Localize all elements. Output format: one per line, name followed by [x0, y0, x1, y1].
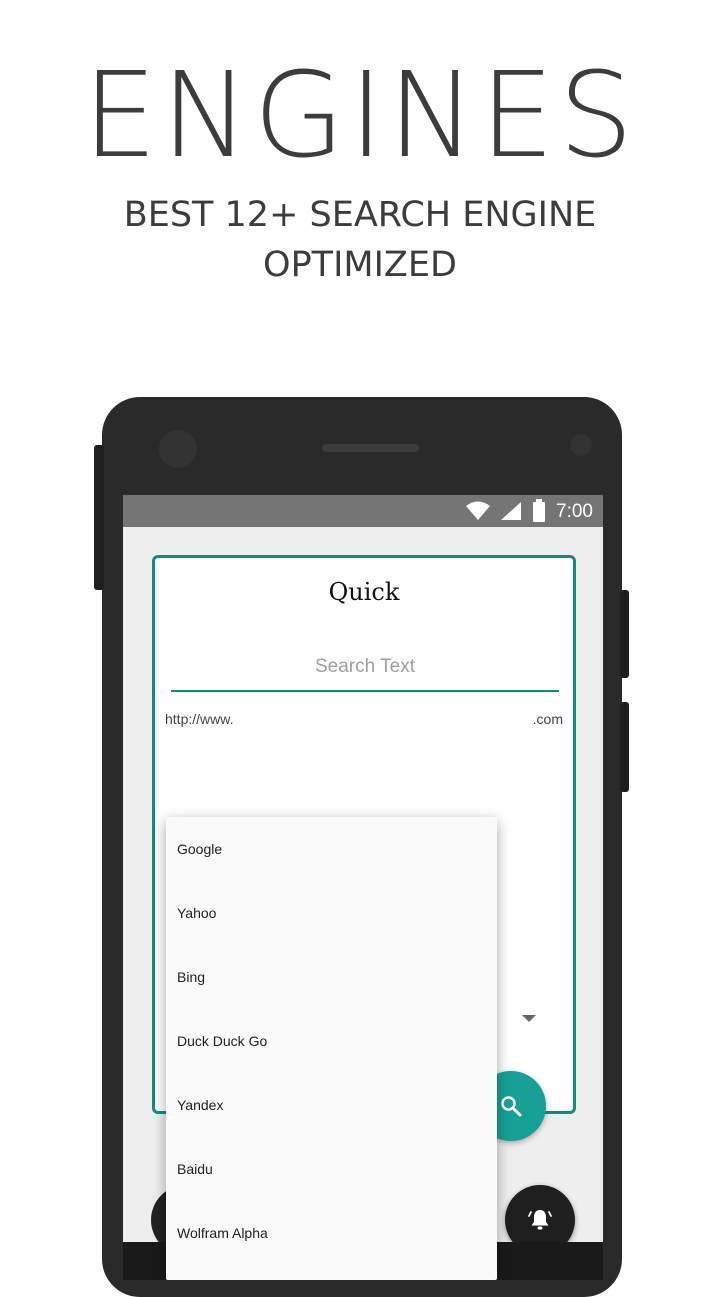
menu-item-duck-duck-go[interactable]: Duck Duck Go: [166, 1009, 497, 1073]
promo-subline-1: BEST 12+ SEARCH ENGINE: [123, 195, 597, 235]
app-screen: 7:00 Quick http://www. .com Google Yahoo…: [123, 495, 603, 1280]
phone-sensor: [570, 434, 592, 456]
menu-item-yahoo[interactable]: Yahoo: [166, 881, 497, 945]
search-input[interactable]: [171, 644, 559, 692]
menu-item-bing[interactable]: Bing: [166, 945, 497, 1009]
url-suffix: .com: [532, 711, 563, 727]
status-bar: 7:00: [123, 495, 603, 527]
phone-speaker: [322, 444, 419, 452]
phone-side-button-right-top: [620, 590, 629, 678]
status-time: 7:00: [556, 501, 593, 522]
phone-camera: [159, 430, 197, 468]
promo-headline: ENGINES: [82, 46, 638, 184]
wifi-icon: [466, 501, 490, 520]
search-engine-dropdown-menu: Google Yahoo Bing Duck Duck Go Yandex Ba…: [166, 817, 497, 1280]
battery-icon: [533, 499, 545, 522]
menu-item-wolfram-alpha[interactable]: Wolfram Alpha: [166, 1201, 497, 1265]
promo-subline-2: OPTIMIZED: [263, 245, 457, 285]
url-prefix: http://www.: [165, 711, 234, 727]
card-title: Quick: [328, 578, 400, 606]
menu-item-yandex[interactable]: Yandex: [166, 1073, 497, 1137]
search-icon: [501, 1096, 522, 1117]
menu-item-google[interactable]: Google: [166, 817, 497, 881]
phone-side-button-left: [94, 445, 104, 590]
signal-icon: [501, 502, 521, 520]
menu-item-baidu[interactable]: Baidu: [166, 1137, 497, 1201]
notification-bell-icon: [528, 1210, 552, 1230]
dropdown-arrow-icon[interactable]: [522, 1015, 536, 1022]
phone-side-button-right-bottom: [620, 702, 629, 792]
